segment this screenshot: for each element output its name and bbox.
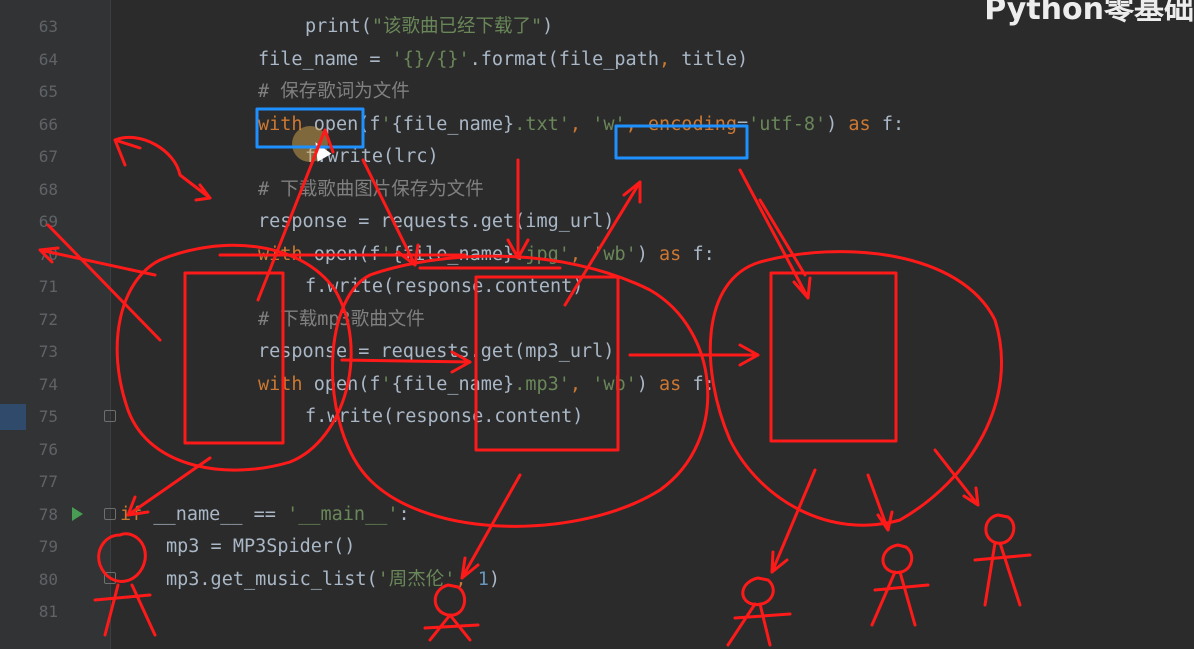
stick-figure — [973, 513, 1032, 607]
arrow — [38, 246, 157, 277]
arrow — [113, 135, 212, 202]
stick-figure — [423, 583, 480, 642]
process-box — [183, 271, 285, 445]
arrow — [758, 198, 807, 277]
arrow — [126, 456, 212, 517]
arrow — [563, 180, 642, 307]
arrow — [361, 158, 420, 267]
arrow — [866, 473, 894, 532]
arrow — [340, 350, 472, 374]
arrow — [506, 158, 530, 260]
stick-figure — [870, 543, 930, 627]
blue-highlight-box — [255, 107, 365, 149]
arrow — [628, 343, 760, 367]
stick-figure — [93, 532, 157, 637]
arrow — [770, 468, 817, 574]
arrow — [738, 168, 812, 300]
blue-highlight-box — [614, 124, 749, 160]
arrow — [933, 448, 980, 507]
process-circle — [115, 243, 353, 472]
arrow — [46, 223, 162, 342]
arrow — [113, 138, 142, 167]
process-circle — [708, 250, 1004, 527]
process-circle — [331, 254, 710, 528]
process-box — [474, 275, 620, 452]
process-box — [769, 271, 898, 443]
drawing-annotations — [38, 107, 1032, 647]
stick-figure — [726, 576, 792, 647]
